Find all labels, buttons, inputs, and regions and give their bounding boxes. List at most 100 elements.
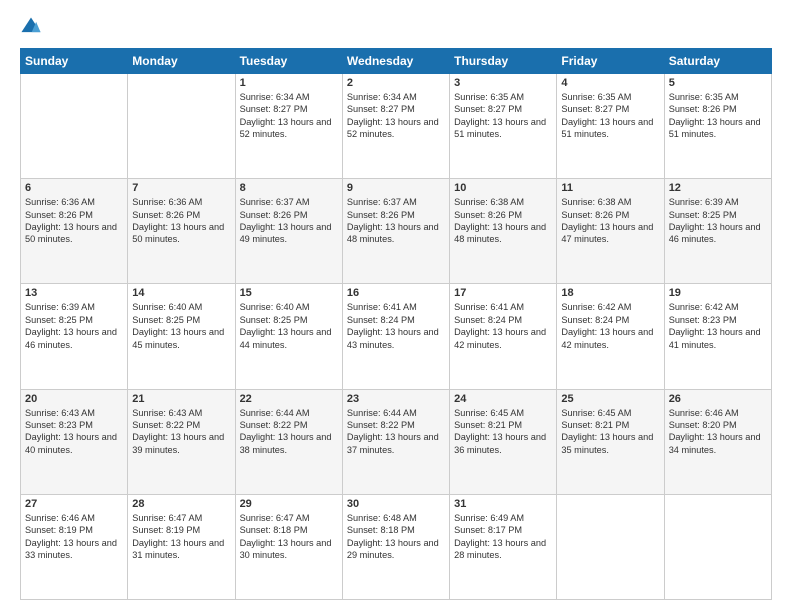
calendar-cell: 13Sunrise: 6:39 AMSunset: 8:25 PMDayligh…: [21, 284, 128, 389]
calendar-cell: 21 Sunrise: 6:43 AMSunset: 8:22 PMDayligh…: [128, 389, 235, 494]
day-number: 9: [347, 182, 445, 194]
calendar-day-header: Thursday: [450, 49, 557, 74]
day-number: 23: [347, 393, 445, 405]
calendar-week-row: 6 Sunrise: 6:36 AMSunset: 8:26 PMDaylight…: [21, 179, 772, 284]
day-number: 11: [561, 182, 659, 194]
day-number: 4: [561, 77, 659, 89]
day-number: 2: [347, 77, 445, 89]
day-info: Sunrise: 6:34 AMSunset: 8:27 PMDaylight:…: [347, 91, 445, 141]
calendar-cell: 27 Sunrise: 6:46 AMSunset: 8:19 PMDayligh…: [21, 494, 128, 599]
calendar-cell: [664, 494, 771, 599]
calendar-cell: 1 Sunrise: 6:34 AMSunset: 8:27 PMDaylight…: [235, 74, 342, 179]
calendar-cell: 12 Sunrise: 6:39 AMSunset: 8:25 PMDayligh…: [664, 179, 771, 284]
day-info: Sunrise: 6:46 AMSunset: 8:20 PMDaylight:…: [669, 407, 767, 457]
calendar-cell: 20 Sunrise: 6:43 AMSunset: 8:23 PMDayligh…: [21, 389, 128, 494]
calendar-week-row: 20 Sunrise: 6:43 AMSunset: 8:23 PMDayligh…: [21, 389, 772, 494]
calendar-cell: 26 Sunrise: 6:46 AMSunset: 8:20 PMDayligh…: [664, 389, 771, 494]
day-number: 8: [240, 182, 338, 194]
day-number: 27: [25, 498, 123, 510]
calendar-header-row: SundayMondayTuesdayWednesdayThursdayFrid…: [21, 49, 772, 74]
day-info: Sunrise: 6:35 AMSunset: 8:26 PMDaylight:…: [669, 91, 767, 141]
calendar-cell: 14Sunrise: 6:40 AMSunset: 8:25 PMDayligh…: [128, 284, 235, 389]
day-number: 20: [25, 393, 123, 405]
day-number: 15: [240, 287, 338, 299]
day-info: Sunrise: 6:43 AMSunset: 8:22 PMDaylight:…: [132, 407, 230, 457]
calendar-cell: 25 Sunrise: 6:45 AMSunset: 8:21 PMDayligh…: [557, 389, 664, 494]
day-number: 3: [454, 77, 552, 89]
calendar-day-header: Tuesday: [235, 49, 342, 74]
day-info: Sunrise: 6:35 AMSunset: 8:27 PMDaylight:…: [561, 91, 659, 141]
logo-icon: [20, 16, 42, 38]
calendar-cell: 4 Sunrise: 6:35 AMSunset: 8:27 PMDaylight…: [557, 74, 664, 179]
day-number: 16: [347, 287, 445, 299]
calendar-cell: 31 Sunrise: 6:49 AMSunset: 8:17 PMDayligh…: [450, 494, 557, 599]
calendar-cell: 18 Sunrise: 6:42 AMSunset: 8:24 PMDayligh…: [557, 284, 664, 389]
day-number: 17: [454, 287, 552, 299]
calendar-day-header: Friday: [557, 49, 664, 74]
day-info: Sunrise: 6:39 AMSunset: 8:25 PMDaylight:…: [669, 196, 767, 246]
calendar-cell: 3 Sunrise: 6:35 AMSunset: 8:27 PMDaylight…: [450, 74, 557, 179]
day-info: Sunrise: 6:38 AMSunset: 8:26 PMDaylight:…: [561, 196, 659, 246]
calendar-cell: 6 Sunrise: 6:36 AMSunset: 8:26 PMDaylight…: [21, 179, 128, 284]
calendar-cell: 2 Sunrise: 6:34 AMSunset: 8:27 PMDaylight…: [342, 74, 449, 179]
calendar-cell: [128, 74, 235, 179]
day-number: 29: [240, 498, 338, 510]
day-number: 7: [132, 182, 230, 194]
day-number: 6: [25, 182, 123, 194]
calendar-week-row: 27 Sunrise: 6:46 AMSunset: 8:19 PMDayligh…: [21, 494, 772, 599]
day-number: 12: [669, 182, 767, 194]
day-number: 30: [347, 498, 445, 510]
day-info: Sunrise: 6:41 AMSunset: 8:24 PMDaylight:…: [347, 301, 445, 351]
day-number: 18: [561, 287, 659, 299]
calendar-cell: 22 Sunrise: 6:44 AMSunset: 8:22 PMDayligh…: [235, 389, 342, 494]
calendar-day-header: Wednesday: [342, 49, 449, 74]
day-info: Sunrise: 6:47 AMSunset: 8:18 PMDaylight:…: [240, 512, 338, 562]
day-info: Sunrise: 6:36 AMSunset: 8:26 PMDaylight:…: [132, 196, 230, 246]
calendar-day-header: Sunday: [21, 49, 128, 74]
calendar-day-header: Saturday: [664, 49, 771, 74]
day-info: Sunrise: 6:48 AMSunset: 8:18 PMDaylight:…: [347, 512, 445, 562]
day-info: Sunrise: 6:36 AMSunset: 8:26 PMDaylight:…: [25, 196, 123, 246]
day-info: Sunrise: 6:45 AMSunset: 8:21 PMDaylight:…: [454, 407, 552, 457]
day-info: Sunrise: 6:45 AMSunset: 8:21 PMDaylight:…: [561, 407, 659, 457]
day-info: Sunrise: 6:40 AMSunset: 8:25 PMDaylight:…: [240, 301, 338, 351]
day-info: Sunrise: 6:49 AMSunset: 8:17 PMDaylight:…: [454, 512, 552, 562]
calendar-week-row: 13Sunrise: 6:39 AMSunset: 8:25 PMDayligh…: [21, 284, 772, 389]
page: SundayMondayTuesdayWednesdayThursdayFrid…: [0, 0, 792, 612]
day-info: Sunrise: 6:42 AMSunset: 8:23 PMDaylight:…: [669, 301, 767, 351]
header: [20, 16, 772, 38]
day-number: 31: [454, 498, 552, 510]
day-info: Sunrise: 6:40 AMSunset: 8:25 PMDaylight:…: [132, 301, 230, 351]
day-info: Sunrise: 6:43 AMSunset: 8:23 PMDaylight:…: [25, 407, 123, 457]
calendar-cell: 9Sunrise: 6:37 AMSunset: 8:26 PMDaylight…: [342, 179, 449, 284]
day-info: Sunrise: 6:41 AMSunset: 8:24 PMDaylight:…: [454, 301, 552, 351]
calendar-cell: 10 Sunrise: 6:38 AMSunset: 8:26 PMDayligh…: [450, 179, 557, 284]
calendar-cell: [557, 494, 664, 599]
day-number: 22: [240, 393, 338, 405]
calendar-cell: 16 Sunrise: 6:41 AMSunset: 8:24 PMDayligh…: [342, 284, 449, 389]
day-info: Sunrise: 6:46 AMSunset: 8:19 PMDaylight:…: [25, 512, 123, 562]
calendar-cell: 19 Sunrise: 6:42 AMSunset: 8:23 PMDayligh…: [664, 284, 771, 389]
day-info: Sunrise: 6:34 AMSunset: 8:27 PMDaylight:…: [240, 91, 338, 141]
day-number: 28: [132, 498, 230, 510]
calendar-cell: 23 Sunrise: 6:44 AMSunset: 8:22 PMDayligh…: [342, 389, 449, 494]
calendar-week-row: 1 Sunrise: 6:34 AMSunset: 8:27 PMDaylight…: [21, 74, 772, 179]
day-number: 10: [454, 182, 552, 194]
day-info: Sunrise: 6:47 AMSunset: 8:19 PMDaylight:…: [132, 512, 230, 562]
day-info: Sunrise: 6:38 AMSunset: 8:26 PMDaylight:…: [454, 196, 552, 246]
calendar-cell: 15 Sunrise: 6:40 AMSunset: 8:25 PMDayligh…: [235, 284, 342, 389]
calendar-day-header: Monday: [128, 49, 235, 74]
day-info: Sunrise: 6:42 AMSunset: 8:24 PMDaylight:…: [561, 301, 659, 351]
calendar-cell: 30 Sunrise: 6:48 AMSunset: 8:18 PMDayligh…: [342, 494, 449, 599]
day-info: Sunrise: 6:44 AMSunset: 8:22 PMDaylight:…: [240, 407, 338, 457]
calendar-cell: 28 Sunrise: 6:47 AMSunset: 8:19 PMDayligh…: [128, 494, 235, 599]
calendar-cell: 17 Sunrise: 6:41 AMSunset: 8:24 PMDayligh…: [450, 284, 557, 389]
day-number: 1: [240, 77, 338, 89]
day-number: 26: [669, 393, 767, 405]
day-number: 19: [669, 287, 767, 299]
day-info: Sunrise: 6:35 AMSunset: 8:27 PMDaylight:…: [454, 91, 552, 141]
day-number: 25: [561, 393, 659, 405]
day-number: 21: [132, 393, 230, 405]
calendar-cell: 8Sunrise: 6:37 AMSunset: 8:26 PMDaylight…: [235, 179, 342, 284]
day-info: Sunrise: 6:44 AMSunset: 8:22 PMDaylight:…: [347, 407, 445, 457]
